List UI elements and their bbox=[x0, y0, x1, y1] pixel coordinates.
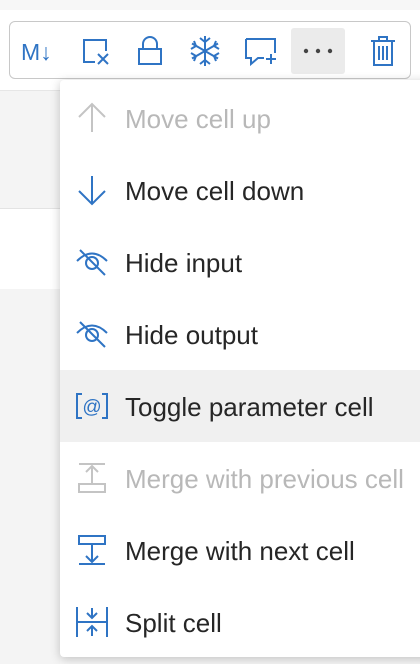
menu-item-label: Merge with previous cell bbox=[125, 464, 404, 494]
clear-output-icon bbox=[83, 39, 109, 65]
top-strip bbox=[0, 0, 420, 10]
cell-gutter bbox=[0, 90, 60, 209]
merge-up-icon bbox=[78, 463, 106, 493]
menu-item-split-cell[interactable]: Split cell bbox=[60, 586, 420, 657]
menu-item-hide-output[interactable]: Hide output bbox=[60, 298, 420, 370]
menu-item-move-cell-up[interactable]: Move cell up bbox=[60, 82, 420, 154]
lock-button[interactable] bbox=[125, 28, 175, 74]
freeze-icon bbox=[190, 36, 220, 66]
menu-item-label: Hide output bbox=[125, 320, 258, 350]
delete-cell-button[interactable] bbox=[358, 28, 408, 74]
parameter-icon: @ bbox=[76, 393, 108, 419]
add-comment-button[interactable] bbox=[236, 28, 286, 74]
arrow-up-icon bbox=[78, 102, 106, 132]
delete-icon bbox=[371, 36, 395, 66]
menu-item-toggle-parameter-cell[interactable]: @ Toggle parameter cell bbox=[60, 370, 420, 442]
cell-actions-menu: Move cell up Move cell down Hide input H… bbox=[60, 80, 420, 657]
more-icon bbox=[303, 48, 333, 54]
cell-toolbar: M↓ bbox=[9, 21, 411, 79]
menu-item-move-cell-down[interactable]: Move cell down bbox=[60, 154, 420, 226]
split-icon bbox=[76, 607, 108, 637]
menu-item-merge-next[interactable]: Merge with next cell bbox=[60, 514, 420, 586]
menu-item-label: Move cell up bbox=[125, 104, 271, 134]
menu-item-label: Merge with next cell bbox=[125, 536, 355, 566]
menu-item-label: Split cell bbox=[125, 608, 222, 638]
more-actions-button[interactable] bbox=[291, 28, 345, 74]
menu-item-label: Toggle parameter cell bbox=[125, 392, 374, 422]
notebook-stage: M↓ Move cell up Move cell down Hide inpu… bbox=[0, 0, 420, 664]
freeze-button[interactable] bbox=[180, 28, 230, 74]
clear-output-button[interactable] bbox=[70, 28, 120, 74]
menu-item-hide-input[interactable]: Hide input bbox=[60, 226, 420, 298]
arrow-down-icon bbox=[78, 176, 106, 206]
lock-icon bbox=[138, 36, 162, 65]
add-comment-icon bbox=[245, 38, 276, 67]
menu-item-label: Move cell down bbox=[125, 176, 305, 206]
menu-item-label: Hide input bbox=[125, 248, 243, 278]
menu-item-merge-previous[interactable]: Merge with previous cell bbox=[60, 442, 420, 514]
svg-text:@: @ bbox=[82, 397, 101, 418]
cell-gutter-lower bbox=[0, 289, 60, 664]
eye-hidden-icon bbox=[76, 321, 108, 348]
markdown-toggle-button[interactable]: M↓ bbox=[14, 28, 64, 74]
merge-down-icon bbox=[78, 535, 106, 565]
eye-hidden-icon bbox=[76, 249, 108, 276]
cell-body[interactable] bbox=[0, 208, 60, 290]
markdown-label: M↓ bbox=[21, 39, 52, 65]
markdown-toggle-icon: M↓ bbox=[21, 39, 52, 65]
